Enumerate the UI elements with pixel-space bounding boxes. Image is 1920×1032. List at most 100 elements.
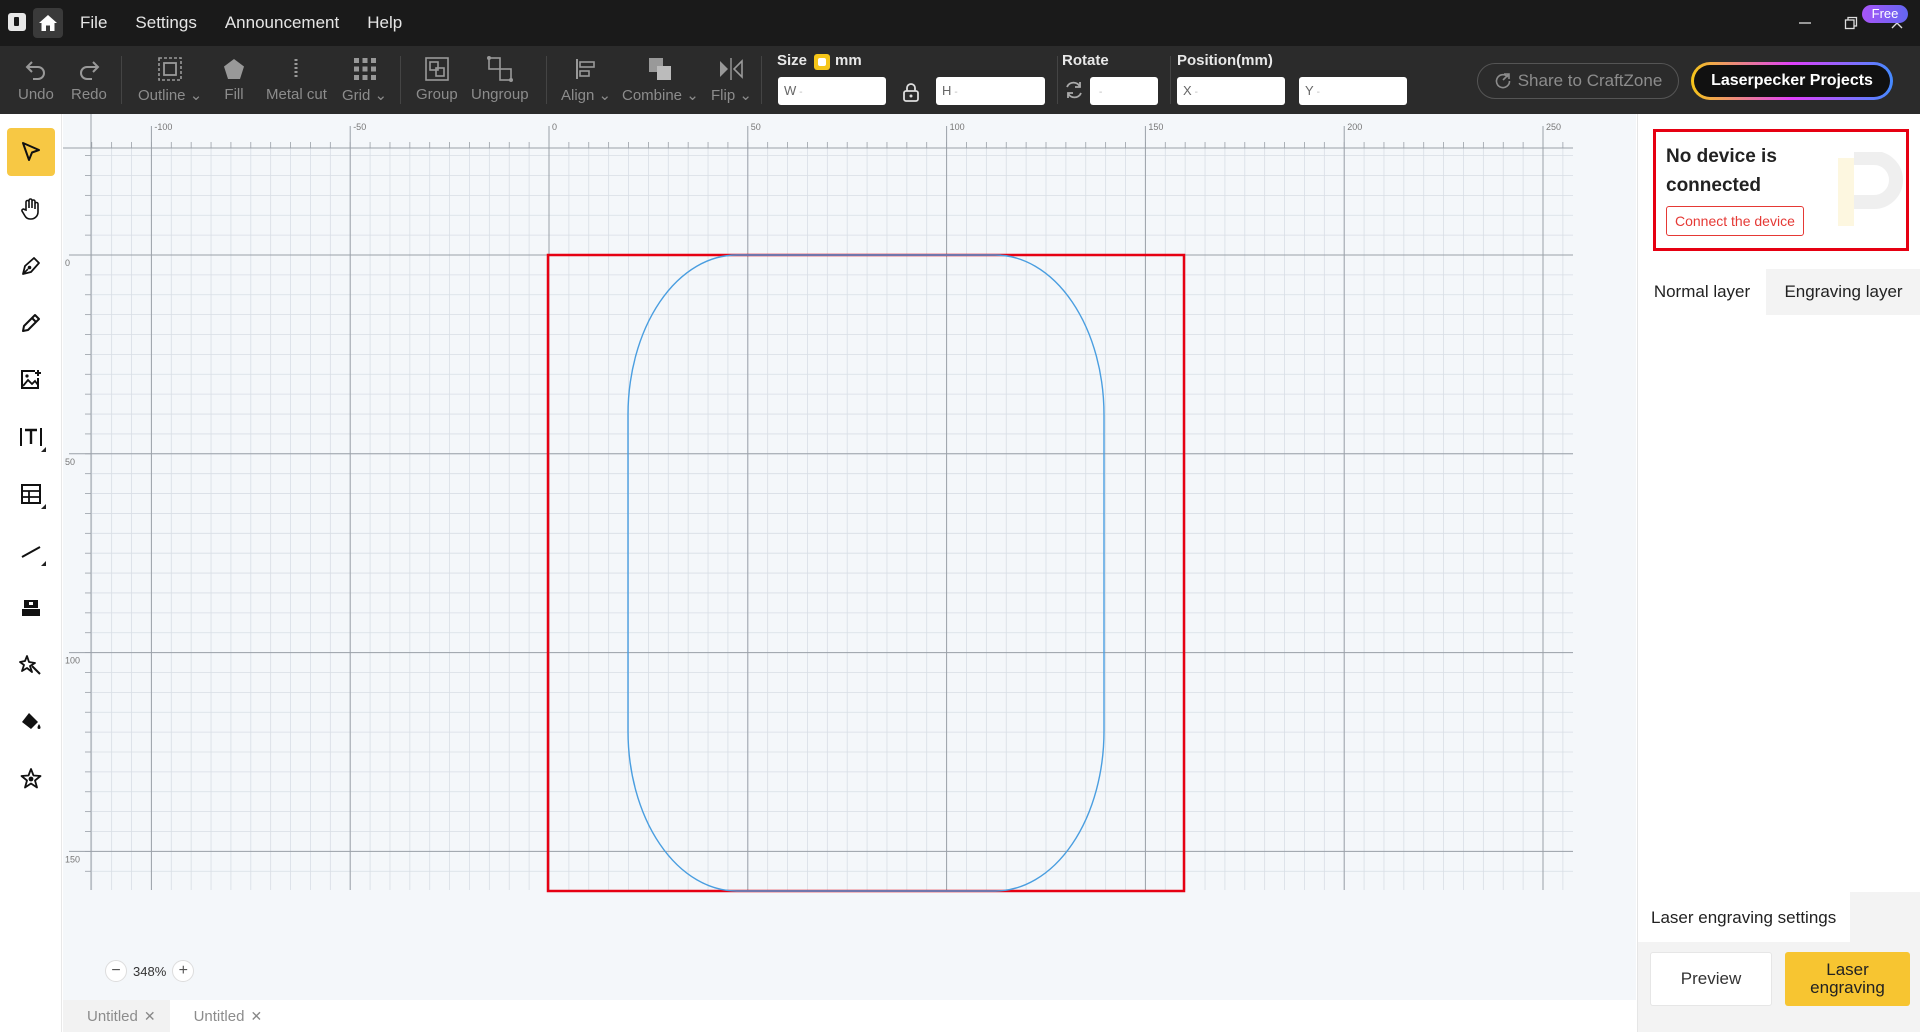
tab-engraving-layer[interactable]: Engraving layer bbox=[1766, 269, 1920, 315]
zoom-in-button[interactable]: + bbox=[172, 960, 195, 982]
group-label: Group bbox=[416, 86, 458, 103]
menu-settings[interactable]: Settings bbox=[135, 13, 196, 33]
pentagon-fill-icon bbox=[224, 59, 244, 79]
toolbar-divider bbox=[400, 56, 401, 104]
submenu-indicator-icon bbox=[41, 447, 46, 452]
text-tool[interactable] bbox=[7, 413, 55, 461]
share-label: Share to CraftZone bbox=[1517, 71, 1663, 90]
group-button[interactable]: Group bbox=[416, 54, 458, 103]
document-tab-active[interactable]: Untitled ✕ bbox=[169, 1000, 277, 1032]
preview-button[interactable]: Preview bbox=[1650, 952, 1772, 1006]
grid-button[interactable]: Grid ⌄ bbox=[342, 54, 387, 104]
combine-button[interactable]: Combine ⌄ bbox=[622, 54, 699, 104]
lock-icon bbox=[903, 83, 919, 102]
rotate-button[interactable] bbox=[1064, 80, 1084, 105]
pen-tool[interactable] bbox=[7, 242, 55, 290]
magic-wand-icon bbox=[19, 655, 41, 675]
ruler-label: 100 bbox=[65, 656, 80, 666]
ruler-label: -50 bbox=[353, 122, 366, 132]
align-button[interactable]: Align ⌄ bbox=[561, 54, 611, 104]
x-position-input[interactable]: X- bbox=[1177, 77, 1285, 105]
menu-help[interactable]: Help bbox=[367, 13, 402, 33]
table-tool[interactable] bbox=[7, 470, 55, 518]
tab-laser-engraving-settings[interactable]: Laser engraving settings bbox=[1638, 892, 1850, 942]
line-tool[interactable] bbox=[7, 527, 55, 575]
laserpecker-projects-button[interactable]: Laserpecker Projects bbox=[1691, 62, 1893, 100]
align-label: Align bbox=[561, 87, 595, 104]
redo-icon bbox=[79, 61, 100, 80]
group-icon bbox=[425, 57, 449, 81]
menu-announcement[interactable]: Announcement bbox=[225, 13, 339, 33]
size-label: Size bbox=[777, 52, 808, 69]
width-input[interactable]: W- bbox=[778, 77, 886, 105]
undo-button[interactable]: Undo bbox=[18, 54, 54, 103]
close-tab-icon[interactable]: ✕ bbox=[250, 1008, 262, 1025]
ruler-label: 150 bbox=[65, 854, 80, 864]
rotate-icon bbox=[1066, 81, 1082, 99]
design-canvas[interactable]: -100 -50 0 50 100 150 200 250 0 50 100 150 bbox=[63, 114, 1636, 1000]
fill-button[interactable]: Fill bbox=[222, 54, 246, 103]
grid-label: Grid bbox=[342, 87, 371, 104]
toolbar: Undo Redo Outline ⌄ Fill Metal cut Grid … bbox=[0, 46, 1920, 114]
rotate-input[interactable]: - bbox=[1090, 77, 1158, 105]
add-image-icon bbox=[21, 370, 41, 389]
metal-cut-button[interactable]: Metal cut bbox=[266, 54, 327, 103]
flip-icon bbox=[720, 58, 744, 80]
share-icon bbox=[1495, 73, 1511, 89]
image-tool[interactable] bbox=[7, 356, 55, 404]
flip-label: Flip bbox=[711, 87, 736, 104]
star-badge-icon bbox=[20, 768, 42, 789]
height-input[interactable]: H- bbox=[936, 77, 1045, 105]
height-value: - bbox=[954, 87, 958, 98]
rotate-label: Rotate bbox=[1062, 52, 1109, 69]
magic-tool[interactable] bbox=[7, 641, 55, 689]
plus-icon: + bbox=[178, 962, 188, 979]
laserpecker-watermark-icon bbox=[1838, 152, 1903, 226]
home-button[interactable] bbox=[33, 8, 63, 38]
pencil-tool[interactable] bbox=[7, 299, 55, 347]
ruler-label: 50 bbox=[751, 122, 761, 132]
material-tool[interactable] bbox=[7, 755, 55, 803]
y-position-input[interactable]: Y- bbox=[1299, 77, 1407, 105]
pen-nib-icon bbox=[22, 257, 40, 275]
lock-ratio-button[interactable] bbox=[902, 82, 920, 107]
laser-engraving-label: Laser engraving bbox=[1810, 960, 1885, 997]
ruler-label: -100 bbox=[154, 122, 172, 132]
y-value: - bbox=[1316, 87, 1321, 98]
ruler-label: 100 bbox=[950, 122, 965, 132]
grid-icon bbox=[353, 58, 376, 80]
ruler-label: 250 bbox=[1546, 122, 1561, 132]
free-badge: Free bbox=[1862, 5, 1908, 23]
toolbar-divider bbox=[121, 56, 122, 104]
close-tab-icon[interactable]: ✕ bbox=[144, 1008, 156, 1025]
grid-background bbox=[91, 148, 1574, 891]
outline-button[interactable]: Outline ⌄ bbox=[138, 54, 202, 104]
select-tool[interactable] bbox=[7, 128, 55, 176]
paint-bucket-icon bbox=[22, 713, 41, 729]
app-logo-icon bbox=[8, 13, 26, 31]
minimize-button[interactable] bbox=[1782, 0, 1828, 46]
unit-toggle[interactable] bbox=[814, 54, 830, 70]
ungroup-icon bbox=[486, 56, 513, 82]
zoom-out-button[interactable]: − bbox=[105, 960, 127, 982]
hand-tool[interactable] bbox=[7, 185, 55, 233]
toolbar-divider bbox=[761, 56, 762, 104]
document-tab[interactable]: Untitled ✕ bbox=[63, 1000, 170, 1032]
ungroup-button[interactable]: Ungroup bbox=[471, 54, 529, 103]
flip-button[interactable]: Flip ⌄ bbox=[711, 54, 752, 104]
metal-cut-icon bbox=[294, 59, 298, 79]
width-prefix: W bbox=[784, 83, 797, 98]
connect-device-button[interactable]: Connect the device bbox=[1666, 206, 1804, 236]
shape-tool[interactable] bbox=[7, 584, 55, 632]
tab-normal-layer[interactable]: Normal layer bbox=[1638, 269, 1766, 315]
combine-icon bbox=[649, 58, 672, 80]
stamp-icon bbox=[22, 600, 40, 616]
share-to-craftzone-button[interactable]: Share to CraftZone bbox=[1477, 63, 1679, 99]
fill-bucket-tool[interactable] bbox=[7, 698, 55, 746]
laser-engraving-button[interactable]: Laser engraving bbox=[1785, 952, 1910, 1006]
menu-file[interactable]: File bbox=[80, 13, 107, 33]
zoom-control: − 348% + bbox=[105, 958, 195, 984]
toolbar-divider bbox=[1170, 56, 1171, 104]
redo-button[interactable]: Redo bbox=[71, 54, 107, 103]
text-icon bbox=[20, 428, 42, 446]
